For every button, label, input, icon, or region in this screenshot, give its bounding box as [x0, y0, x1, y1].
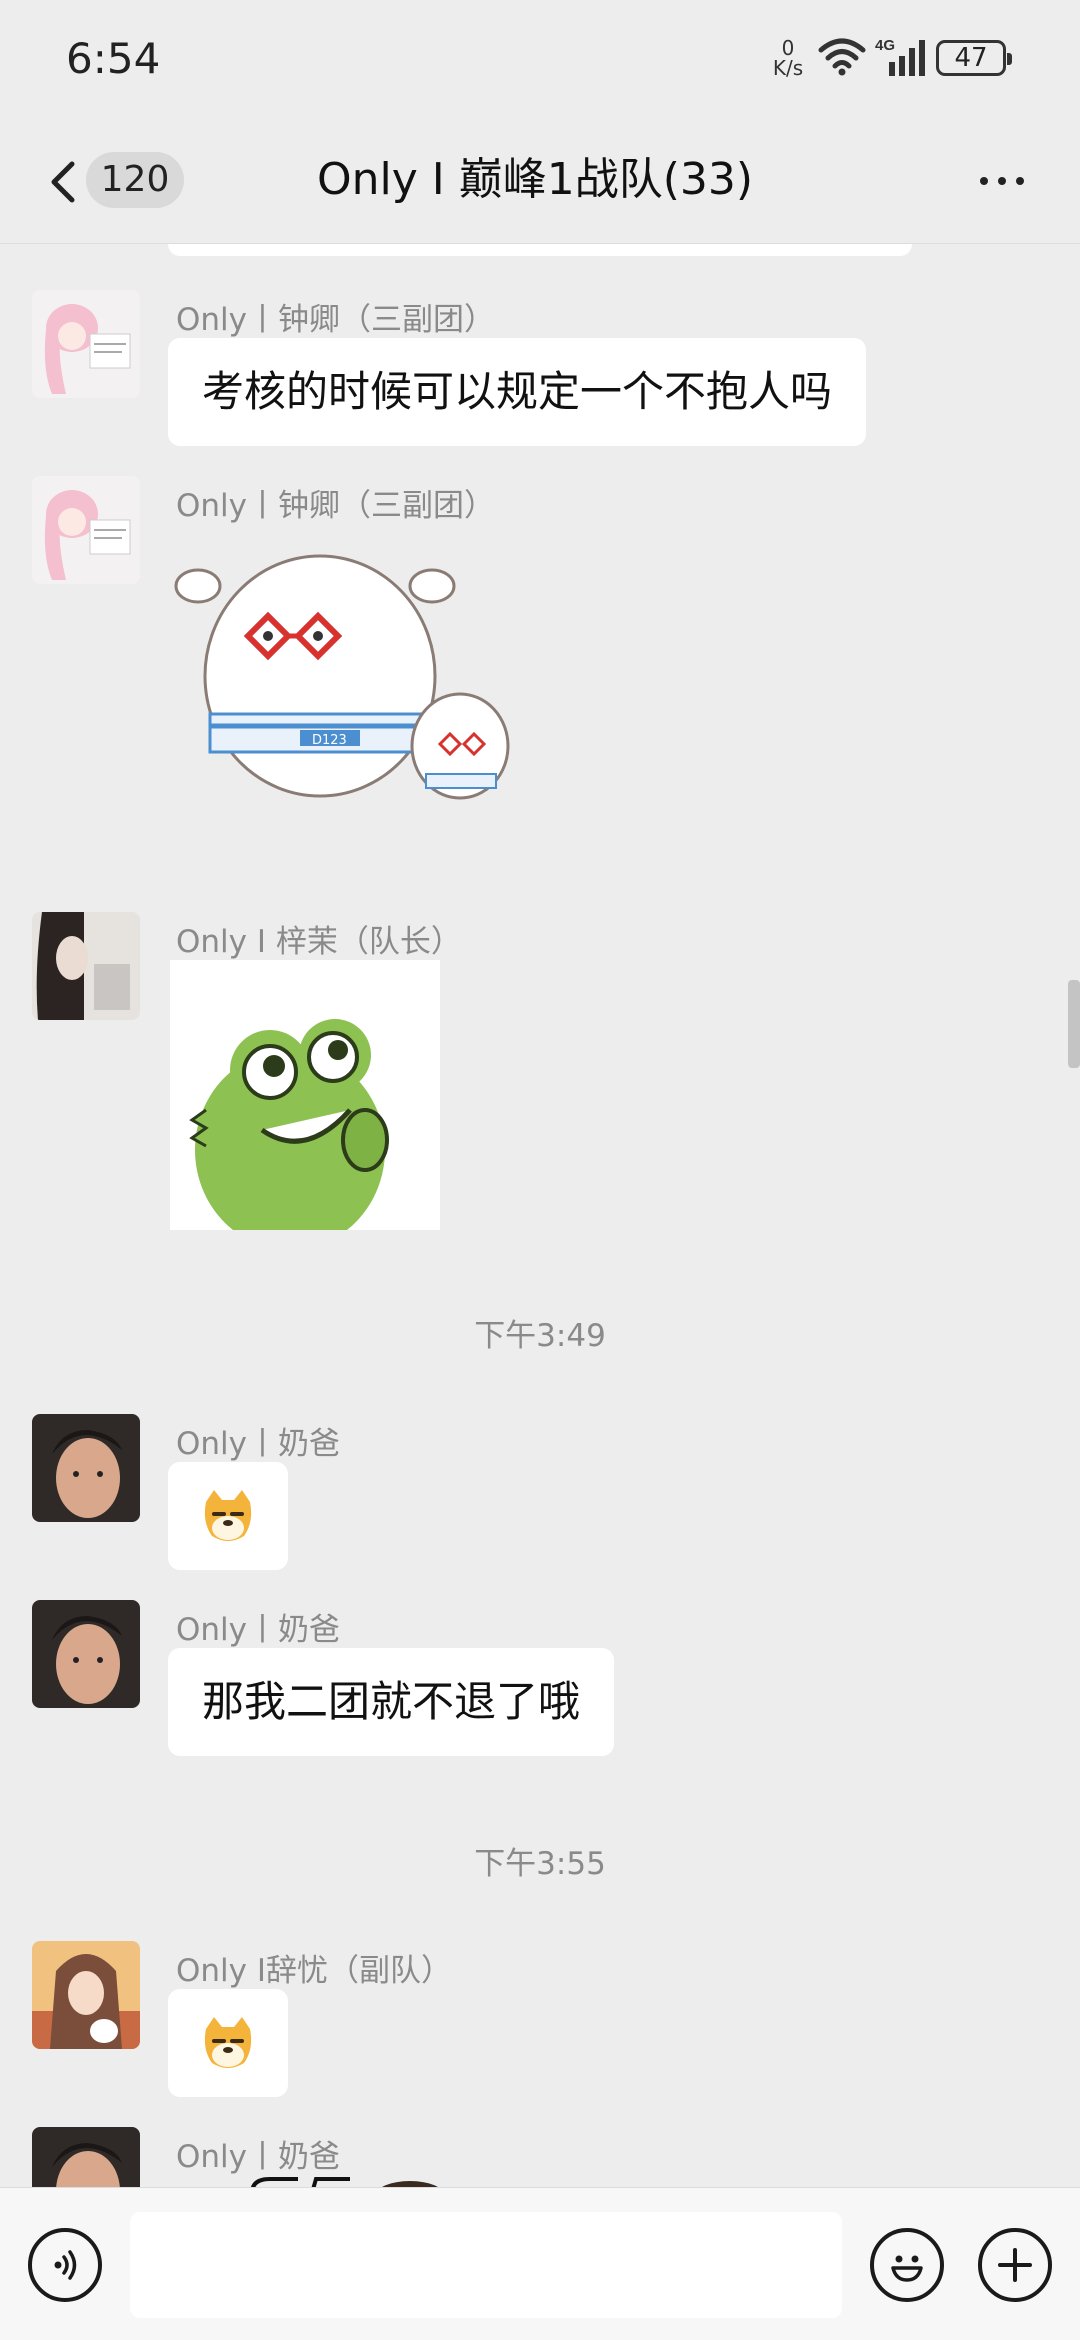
unread-count-badge[interactable]: 120 — [86, 152, 184, 208]
net-speed: 0 K/s — [768, 38, 808, 78]
voice-icon[interactable] — [28, 2228, 102, 2302]
green-frog-sticker[interactable] — [170, 960, 440, 1230]
sender-name: Only I 梓茉（队长） — [176, 924, 462, 960]
partial-sticker[interactable] — [250, 2175, 440, 2187]
avatar[interactable] — [32, 1600, 140, 1708]
message-bubble[interactable]: 那我二团就不退了哦 — [168, 1648, 615, 1756]
battery-icon: 47 — [936, 40, 1012, 76]
status-bar: 6:54 0 K/s 4G 47 — [0, 0, 1080, 120]
avatar[interactable] — [32, 912, 140, 1020]
chat-title: Only I 巅峰1战队(33) — [316, 154, 754, 205]
emoji-face-icon[interactable] — [870, 2228, 944, 2302]
sender-name: Only丨奶爸 — [176, 1612, 341, 1648]
sender-name: Only丨奶爸 — [176, 1426, 341, 1462]
avatar[interactable] — [32, 1414, 140, 1522]
timestamp: 下午3:55 — [474, 1846, 606, 1882]
message-input[interactable] — [130, 2212, 842, 2318]
avatar[interactable] — [32, 290, 140, 398]
signal-icon: 4G — [875, 37, 925, 76]
white-sheep-with-red-glasses-sticker[interactable]: D123 — [170, 546, 540, 816]
input-bar — [0, 2187, 1080, 2340]
timestamp: 下午3:49 — [474, 1318, 606, 1354]
network-type-label: 4G — [875, 37, 895, 54]
avatar[interactable] — [32, 2127, 140, 2187]
avatar[interactable] — [32, 476, 140, 584]
sender-name: Only丨钟卿（三副团） — [176, 302, 496, 338]
message-bubble[interactable]: 考核的时候可以规定一个不抱人吗 — [168, 338, 867, 446]
status-time: 6:54 — [66, 34, 161, 83]
previous-message-bubble[interactable] — [168, 244, 912, 256]
more-icon[interactable] — [972, 160, 1032, 200]
plus-icon[interactable] — [978, 2228, 1052, 2302]
sender-name: Only I辞忧（副队） — [176, 1953, 453, 1989]
emoji-bubble[interactable] — [168, 1989, 288, 2097]
sender-name: Only丨钟卿（三副团） — [176, 488, 496, 524]
wifi-icon — [818, 38, 866, 76]
doge-emoji — [204, 1490, 252, 1541]
chat-header: 120 Only I 巅峰1战队(33) — [0, 120, 1080, 244]
sender-name: Only丨奶爸 — [176, 2139, 341, 2175]
doge-emoji — [204, 2017, 252, 2068]
scrollbar-thumb[interactable] — [1068, 980, 1080, 1068]
net-speed-value: 0 — [781, 36, 795, 60]
battery-level: 47 — [954, 43, 988, 73]
emoji-bubble[interactable] — [168, 1462, 288, 1570]
net-speed-unit: K/s — [772, 56, 804, 80]
message-list[interactable]: Only丨钟卿（三副团） 考核的时候可以规定一个不抱人吗 Only丨钟卿（三副团… — [0, 244, 1080, 2187]
sticker-label: D123 — [312, 733, 347, 748]
avatar[interactable] — [32, 1941, 140, 2049]
